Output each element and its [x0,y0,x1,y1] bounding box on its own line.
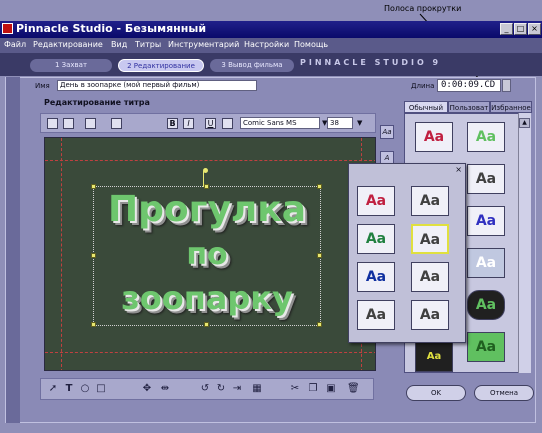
resize-handle[interactable] [91,184,96,189]
close-button[interactable]: × [528,23,541,35]
paste-icon[interactable]: ▣ [325,383,337,395]
resize-handle[interactable] [204,322,209,327]
underline-button[interactable]: U [205,118,216,129]
menu-help[interactable]: Помощь [294,40,328,49]
safe-area-guide-bottom [45,352,375,353]
scroll-up-arrow-icon[interactable]: ▲ [519,118,530,128]
style-thumb[interactable]: Aa [467,248,505,278]
tab-make-movie[interactable]: 3 Вывод фильма [210,59,294,72]
menu-file[interactable]: Файл [4,40,26,49]
tab-capture[interactable]: 1 Захват [30,59,112,72]
maximize-button[interactable]: □ [514,23,527,35]
popup-style-thumb[interactable]: Aa [411,186,449,216]
tab-edit[interactable]: 2 Редактирование [118,59,204,72]
gallery-scrollbar[interactable] [518,113,531,373]
move-icon[interactable]: ✥ [141,383,153,395]
font-select[interactable]: Comic Sans MS [240,117,320,129]
menu-titles[interactable]: Титры [135,40,161,49]
title-type-icon[interactable] [47,118,58,129]
text-format-toolbar: B I U Comic Sans MS ▼ 38 ▼ [40,113,376,133]
align-icon[interactable] [222,118,233,129]
resize-handle[interactable] [317,253,322,258]
brand-logo: PINNACLE STUDIO 9 [300,58,442,67]
grid-icon[interactable]: ▦ [251,383,263,395]
resize-handle[interactable] [91,322,96,327]
safe-area-guide-top [45,160,375,161]
style-thumb[interactable]: Aa [415,122,453,152]
text-box-icon[interactable] [63,118,74,129]
rotation-stem [203,171,204,187]
popup-style-thumb[interactable]: Aa [411,262,449,292]
title-name-input[interactable]: День в зоопарке (мой первый фильм) [57,80,257,91]
mode-tab-bar: 1 Захват 2 Редактирование 3 Вывод фильма [0,53,542,76]
popup-style-thumb[interactable]: Aa [357,262,395,292]
menu-edit[interactable]: Редактирование [33,40,103,49]
rectangle-tool-icon[interactable]: □ [95,383,107,395]
duration-spinner[interactable] [502,79,511,92]
ok-button[interactable]: OK [406,385,466,401]
title-canvas[interactable]: Прогулка по зоопарку [44,137,376,371]
style-thumb[interactable]: Aa [467,206,505,236]
kerning-icon[interactable]: ⇹ [159,383,171,395]
menu-settings[interactable]: Настройки [244,40,289,49]
rotate-left-icon[interactable]: ↺ [199,383,211,395]
resize-handle[interactable] [91,253,96,258]
italic-button[interactable]: I [183,118,194,129]
copy-icon[interactable]: ❐ [307,383,319,395]
menu-bar: Файл Редактирование Вид Титры Инструмент… [0,38,542,53]
style-tabs: Обычный Пользоват Избранное [404,101,532,113]
delete-icon[interactable]: 🗑 [347,383,360,395]
resize-handle[interactable] [204,184,209,189]
justify-icon[interactable] [111,118,122,129]
popup-style-thumb[interactable]: Aa [411,300,449,330]
menu-tools[interactable]: Инструментарий [168,40,239,49]
app-icon [2,23,13,34]
editor-heading: Редактирование титра [44,98,150,107]
text-tool-icon[interactable]: T [63,383,75,395]
popup-style-thumb[interactable]: Aa [411,224,449,254]
canvas-title-line-1[interactable]: Прогулка [94,189,320,230]
tab-custom[interactable]: Пользоват [448,101,490,113]
cut-icon[interactable]: ✂ [289,383,301,395]
style-thumb[interactable]: Aa [467,122,505,152]
object-toolbar: ➚ T ○ □ ✥ ⇹ ↺ ↻ ⇥ ▦ ✂ ❐ ▣ 🗑 [40,378,374,400]
size-dropdown-icon[interactable]: ▼ [357,119,362,127]
bold-button[interactable]: B [167,118,178,129]
text-style-button[interactable]: Aa [380,125,394,139]
ellipse-tool-icon[interactable]: ○ [79,383,91,395]
window-title: Pinnacle Studio - Безымянный [16,22,207,35]
select-arrow-icon[interactable]: ➚ [47,383,59,395]
rotate-right-icon[interactable]: ↻ [215,383,227,395]
canvas-title-line-2[interactable]: по [94,237,320,272]
canvas-title-line-3[interactable]: зоопарку [94,279,320,317]
popup-style-thumb[interactable]: Aa [357,300,395,330]
style-thumb[interactable]: Aa [467,164,505,194]
tab-favorites[interactable]: Избранное [490,101,532,113]
resize-handle[interactable] [317,322,322,327]
tab-standard[interactable]: Обычный [404,101,448,113]
duration-input[interactable]: 0:00:09.CD [437,79,501,92]
style-popup: × Aa Aa Aa Aa Aa Aa Aa Aa [348,163,466,343]
style-thumb[interactable]: Aa [467,332,505,362]
minimize-button[interactable]: _ [500,23,513,35]
name-label: Имя [35,82,50,90]
resize-handle[interactable] [317,184,322,189]
style-thumb[interactable]: Aa [415,342,453,372]
popup-style-thumb[interactable]: Aa [357,186,395,216]
scrollbar-callout-label: Полоса прокрутки [384,4,462,13]
safe-area-guide-left [61,138,62,370]
left-sidebar [6,77,20,423]
cancel-button[interactable]: Отмена [474,385,534,401]
menu-view[interactable]: Вид [111,40,127,49]
font-size-select[interactable]: 38 [327,117,353,129]
text-selection-box[interactable]: Прогулка по зоопарку [91,171,322,327]
duration-label: Длина [411,82,435,90]
rotation-handle[interactable] [203,168,208,173]
style-thumb[interactable]: Aa [467,290,505,320]
popup-close-icon[interactable]: × [455,165,462,174]
popup-style-thumb[interactable]: Aa [357,224,395,254]
overlay-icon[interactable] [85,118,96,129]
window-titlebar: Pinnacle Studio - Безымянный _ □ × [0,21,542,38]
align-right-icon[interactable]: ⇥ [231,383,243,395]
